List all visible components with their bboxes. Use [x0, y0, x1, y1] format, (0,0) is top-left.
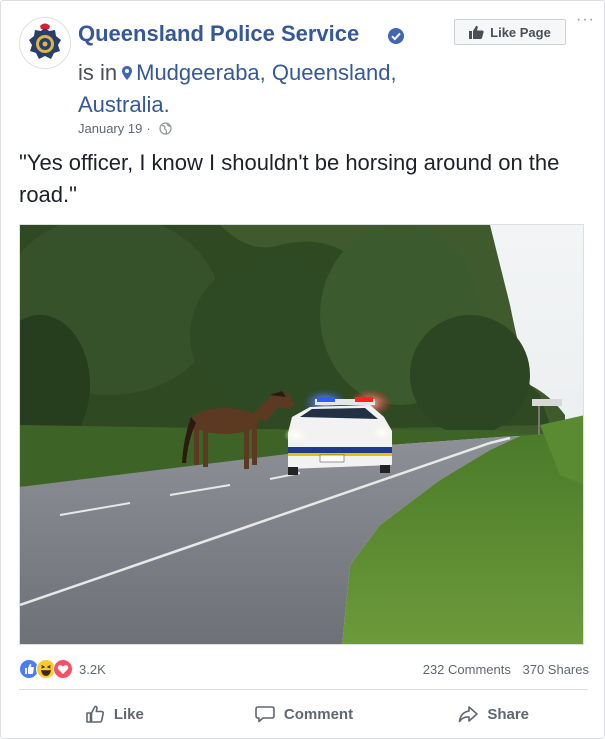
like-page-label: Like Page	[490, 24, 551, 40]
comment-button[interactable]: Comment	[209, 695, 399, 733]
thumbs-up-icon	[469, 25, 484, 39]
meta-separator: ·	[146, 121, 151, 136]
comment-bubble-icon	[255, 706, 275, 723]
page-name-link[interactable]: Queensland Police Service	[78, 21, 359, 47]
share-arrow-icon	[459, 706, 479, 723]
comment-label: Comment	[283, 705, 354, 723]
globe-icon[interactable]	[159, 122, 172, 135]
more-options-button[interactable]: ···	[576, 12, 598, 29]
like-page-button[interactable]: Like Page	[454, 19, 566, 45]
divider	[19, 689, 588, 690]
page-avatar[interactable]	[19, 17, 71, 69]
shares-count-link[interactable]: 370 Shares	[523, 662, 590, 677]
checkin-line: is in Mudgeeraba, Queensland, Australia.	[78, 57, 438, 121]
share-button[interactable]: Share	[398, 695, 588, 733]
love-reaction-icon	[53, 659, 73, 679]
checkin-prefix: is in	[78, 60, 118, 85]
post-date-link[interactable]: January 19	[78, 121, 142, 136]
post-text: "Yes officer, I know I shouldn't be hors…	[19, 150, 560, 207]
comments-count-link[interactable]: 232 Comments	[423, 662, 511, 677]
share-label: Share	[487, 705, 530, 723]
reaction-count: 3.2K	[79, 661, 106, 677]
like-label: Like	[113, 705, 144, 723]
post-card: Queensland Police Service is in Mudgeerab…	[0, 0, 605, 739]
action-bar: Like Comment Share	[19, 695, 588, 733]
location-pin-icon	[122, 66, 133, 80]
like-button[interactable]: Like	[19, 695, 209, 733]
thumbs-up-icon	[86, 705, 104, 723]
verified-badge-icon	[388, 28, 404, 44]
post-photo[interactable]	[19, 224, 584, 645]
post-meta: January 19 ·	[78, 121, 172, 136]
engagement-counts: 232 Comments 370 Shares	[423, 662, 589, 677]
reactions-summary[interactable]: 3.2K	[19, 659, 106, 679]
